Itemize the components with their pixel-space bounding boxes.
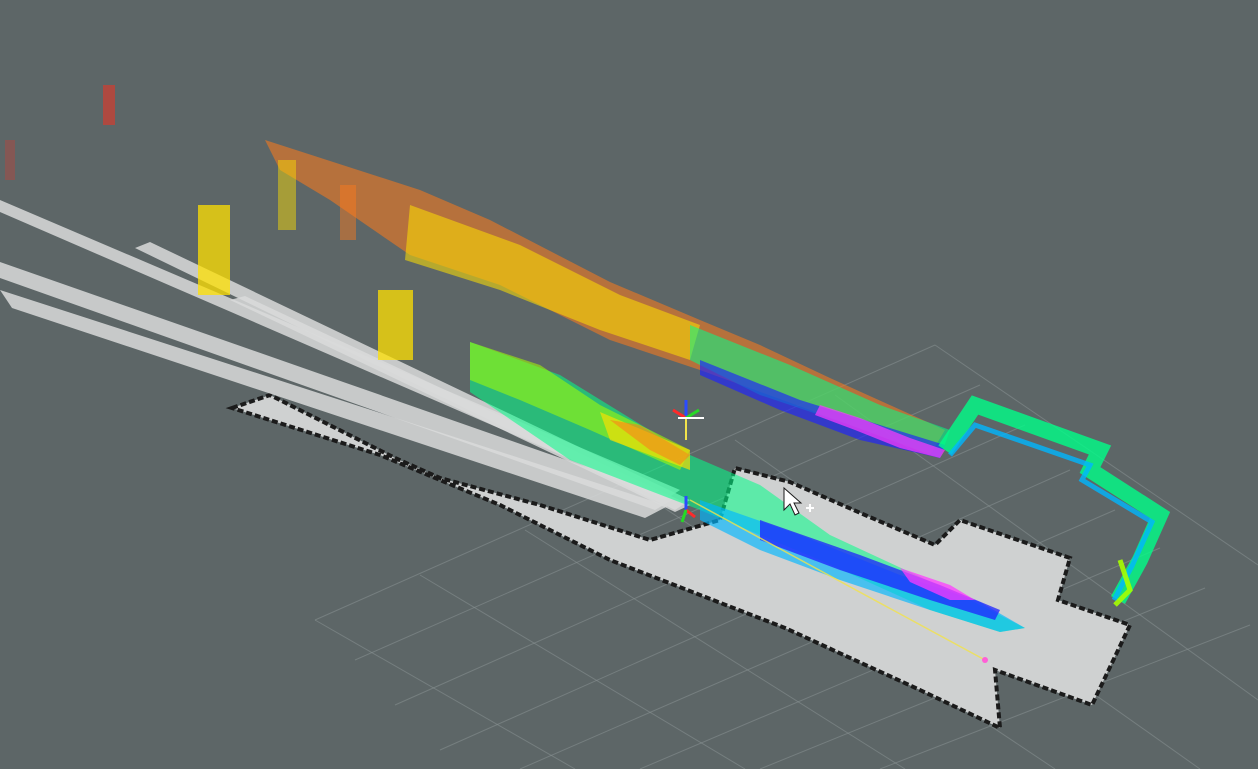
goal-marker bbox=[982, 657, 988, 663]
laser-rays bbox=[0, 200, 690, 518]
scene-canvas[interactable] bbox=[0, 0, 1258, 769]
move-cursor-icon bbox=[804, 502, 816, 514]
3d-viewport[interactable] bbox=[0, 0, 1258, 769]
occupancy-map bbox=[225, 392, 1133, 732]
axes-marker bbox=[672, 400, 704, 440]
